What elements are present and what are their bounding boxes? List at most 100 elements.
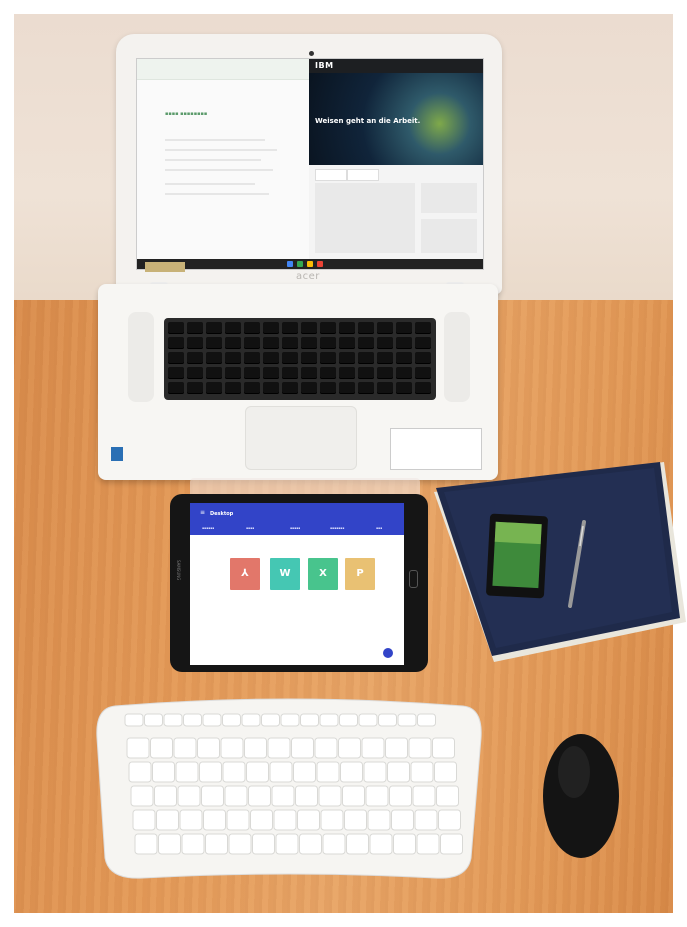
tablet-nav-tab: ▪▪▪▪▪▪: [202, 526, 215, 530]
laptop-key: [339, 322, 355, 334]
laptop-key: [244, 382, 260, 394]
keyboard-key: [224, 785, 248, 807]
keyboard-key: [397, 713, 417, 727]
laptop-screen: ▪▪▪▪ ▪▪▪▪▪▪▪▪ IBM Weisen geht an die Arb…: [136, 58, 484, 270]
laptop-key: [301, 382, 317, 394]
laptop-key: [282, 322, 298, 334]
laptop-key: [282, 367, 298, 379]
keyboard-key: [291, 737, 314, 759]
keyboard-key: [408, 737, 432, 759]
pdf-icon: ⅄: [241, 568, 249, 579]
ibm-logo: IBM: [315, 61, 334, 70]
laptop-key: [358, 322, 374, 334]
keyboard-key: [365, 785, 389, 807]
laptop-key: [225, 367, 241, 379]
word-icon: W: [279, 568, 291, 579]
keyboard-key: [181, 833, 205, 855]
laptop-key: [415, 337, 431, 349]
keyboard-key: [280, 713, 300, 727]
keyboard-key: [367, 809, 391, 831]
lid-sticker: [145, 262, 185, 272]
keyboard-key: [320, 809, 344, 831]
laptop-key: [282, 337, 298, 349]
keyboard-key: [150, 737, 173, 759]
pdf-tile: ⅄: [230, 558, 260, 590]
laptop-key: [263, 382, 279, 394]
keyboard-key: [273, 809, 297, 831]
keyboard-key: [128, 761, 152, 783]
keyboard-key: [222, 713, 241, 727]
word-tile: W: [270, 558, 300, 590]
powerpoint-icon: P: [356, 568, 364, 579]
keyboard-key: [152, 761, 175, 783]
document-text-line: [165, 159, 261, 161]
laptop-key: [225, 382, 241, 394]
keyboard-key: [271, 785, 295, 807]
keyboard-key: [183, 713, 202, 727]
laptop-key: [187, 352, 203, 364]
samsung-logo: SAMSUNG: [176, 560, 181, 581]
keyboard-key: [339, 713, 358, 727]
keyboard-key: [293, 761, 316, 783]
keyboard-key: [246, 761, 269, 783]
laptop-key: [301, 367, 317, 379]
tablet-app-title: Desktop: [210, 511, 234, 517]
keyboard-key: [438, 809, 461, 831]
document-text-line: [165, 183, 255, 185]
laptop-key: [206, 322, 222, 334]
laptop-key: [282, 352, 298, 364]
laptop-key: [358, 382, 374, 394]
keyboard-key: [222, 761, 246, 783]
laptop-key: [358, 367, 374, 379]
powerpoint-tile: P: [345, 558, 375, 590]
keyboard-key: [156, 809, 179, 831]
desk-photo: ▪▪▪▪ ▪▪▪▪▪▪▪▪ IBM Weisen geht an die Arb…: [0, 0, 687, 927]
website-tab: [347, 169, 379, 181]
laptop-key: [225, 352, 241, 364]
website-sidebar-block: [421, 219, 477, 253]
tablet-app-bar: ≡ Desktop ▪▪▪▪▪▪ ▪▪▪▪ ▪▪▪▪▪ ▪▪▪▪▪▪▪ ▪▪▪: [190, 503, 404, 535]
keyboard-key: [361, 737, 385, 759]
keyboard-key: [205, 833, 228, 855]
laptop-key: [187, 367, 203, 379]
keyboard-key: [197, 737, 220, 759]
laptop-key: [187, 382, 203, 394]
keyboard-key: [202, 713, 222, 727]
laptop-key: [377, 352, 393, 364]
tablet-nav-tab: ▪▪▪▪▪▪▪: [330, 526, 345, 530]
app-icon: [317, 261, 323, 267]
keyboard-key: [300, 713, 319, 727]
laptop-speaker: [444, 312, 470, 402]
laptop-key: [415, 382, 431, 394]
document-text-line: [165, 169, 273, 171]
laptop-key: [168, 322, 184, 334]
keyboard-key: [199, 761, 222, 783]
laptop-key: [320, 382, 336, 394]
wireless-keyboard: [96, 698, 482, 879]
laptop-key: [415, 352, 431, 364]
keyboard-key: [414, 809, 438, 831]
website-sidebar-block: [421, 183, 477, 213]
keyboard-key: [417, 713, 436, 727]
laptop-key: [244, 352, 260, 364]
laptop-key: [396, 382, 412, 394]
keyboard-key: [244, 737, 267, 759]
laptop-key: [168, 382, 184, 394]
wireless-mouse: [543, 734, 619, 858]
laptop-key: [396, 367, 412, 379]
keyboard-key: [314, 737, 338, 759]
laptop-key: [396, 337, 412, 349]
laptop-key: [244, 367, 260, 379]
laptop-key: [244, 322, 260, 334]
laptop-key: [225, 322, 241, 334]
keyboard-key: [342, 785, 365, 807]
keyboard-key: [175, 761, 199, 783]
keyboard-key: [163, 713, 183, 727]
keyboard-key: [393, 833, 416, 855]
website-hero-banner: Weisen geht an die Arbeit.: [309, 73, 483, 165]
document-text-line: [165, 139, 265, 141]
website-tab: [315, 169, 347, 181]
intel-sticker: [111, 447, 123, 461]
laptop-key: [187, 337, 203, 349]
keyboard-key: [173, 737, 197, 759]
